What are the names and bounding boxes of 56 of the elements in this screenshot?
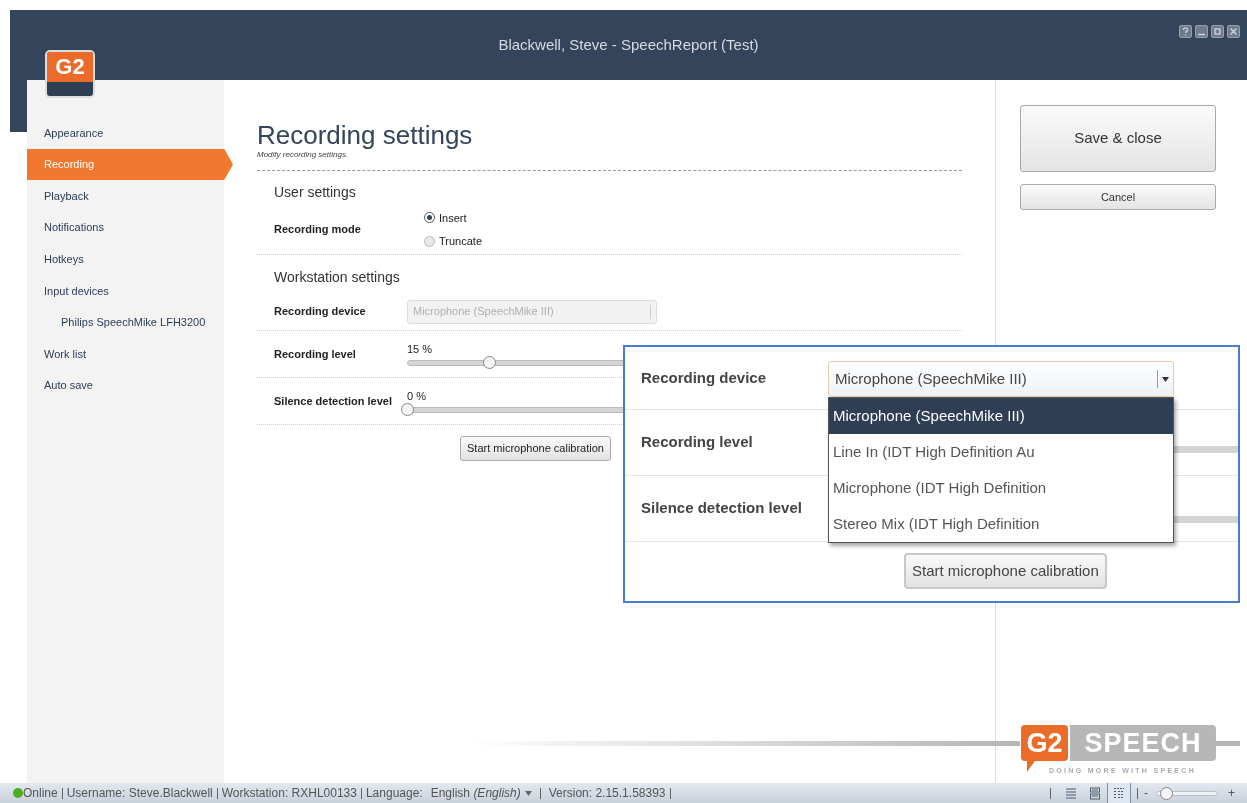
slider-thumb[interactable]	[483, 355, 497, 369]
page-title: Recording settings	[257, 120, 474, 150]
cancel-button[interactable]: Cancel	[1020, 184, 1216, 210]
radio-option[interactable]: Insert	[424, 209, 482, 226]
sidebar-item[interactable]: Notifications	[27, 211, 233, 244]
field-label: Silence detection level	[641, 498, 802, 519]
sidebar-item[interactable]: Input devices	[27, 274, 233, 307]
level-reading: 15 %	[407, 341, 433, 355]
help-icon[interactable]	[1179, 25, 1192, 38]
status-text: Workstation: RXHL00133	[221, 785, 357, 802]
sidebar-item[interactable]: Playback	[27, 180, 233, 212]
zoom-out-button[interactable]: -	[1144, 784, 1148, 802]
radio-option[interactable]: Truncate	[424, 233, 482, 250]
logo-word: SPEECH	[1070, 725, 1216, 761]
status-text: Language:	[365, 785, 423, 802]
status-text: Version: 2.15.1.58393	[548, 785, 666, 802]
field-label: Recording device	[641, 367, 767, 388]
slider-track	[1173, 446, 1238, 453]
sidebar-item[interactable]: Philips SpeechMike LFH3200	[27, 306, 233, 339]
slider-track	[1173, 516, 1238, 523]
calibration-button[interactable]: Start microphone calibration	[460, 435, 611, 461]
field-label: Recording level	[274, 346, 357, 362]
slider-thumb[interactable]	[401, 402, 414, 416]
dropdown-option[interactable]: Line In (IDT High Definition Au	[829, 434, 1173, 470]
caret-icon[interactable]	[524, 790, 532, 796]
slider-thumb[interactable]	[1160, 786, 1173, 800]
page-subtitle: Modify recording settings.	[257, 150, 350, 160]
app-logo: G2	[45, 50, 95, 98]
field-label: Silence detection level	[274, 393, 393, 409]
device-combobox[interactable]: Microphone (SpeechMike III)	[828, 361, 1174, 397]
minimize-icon[interactable]	[1195, 25, 1208, 38]
maximize-icon[interactable]	[1211, 25, 1224, 38]
sidebar-item[interactable]: Auto save	[27, 369, 233, 402]
zoom-in-button[interactable]: +	[1228, 784, 1235, 802]
level-reading: 0 %	[407, 388, 426, 402]
online-status-icon	[13, 788, 23, 798]
sidebar-item[interactable]: Work list	[27, 338, 233, 370]
language-selector[interactable]: English (English)	[430, 784, 521, 802]
outline-view-icon[interactable]	[1107, 783, 1131, 803]
section-heading: Workstation settings	[273, 268, 401, 287]
sidebar-item[interactable]: Appearance	[27, 117, 233, 149]
section-heading: User settings	[273, 183, 357, 202]
calibration-button[interactable]: Start microphone calibration	[904, 553, 1107, 589]
window-title: Blackwell, Steve - SpeechReport (Test)	[498, 34, 759, 55]
dropdown-option[interactable]: Stereo Mix (IDT High Definition	[829, 506, 1173, 542]
close-icon[interactable]	[1227, 25, 1240, 38]
field-label: Recording level	[641, 432, 753, 453]
dropdown-option[interactable]: Microphone (IDT High Definition	[829, 470, 1173, 506]
field-label: Recording mode	[274, 222, 362, 238]
status-text: Username: Steve.Blackwell	[66, 785, 213, 802]
dropdown-option[interactable]: Microphone (SpeechMike III)	[829, 398, 1173, 434]
logo-mark: G2	[1021, 725, 1068, 761]
status-text: Online	[23, 785, 58, 802]
field-label: Recording device	[274, 304, 367, 320]
sidebar-item[interactable]: Hotkeys	[27, 243, 233, 275]
save-close-button[interactable]: Save & close	[1020, 105, 1216, 172]
